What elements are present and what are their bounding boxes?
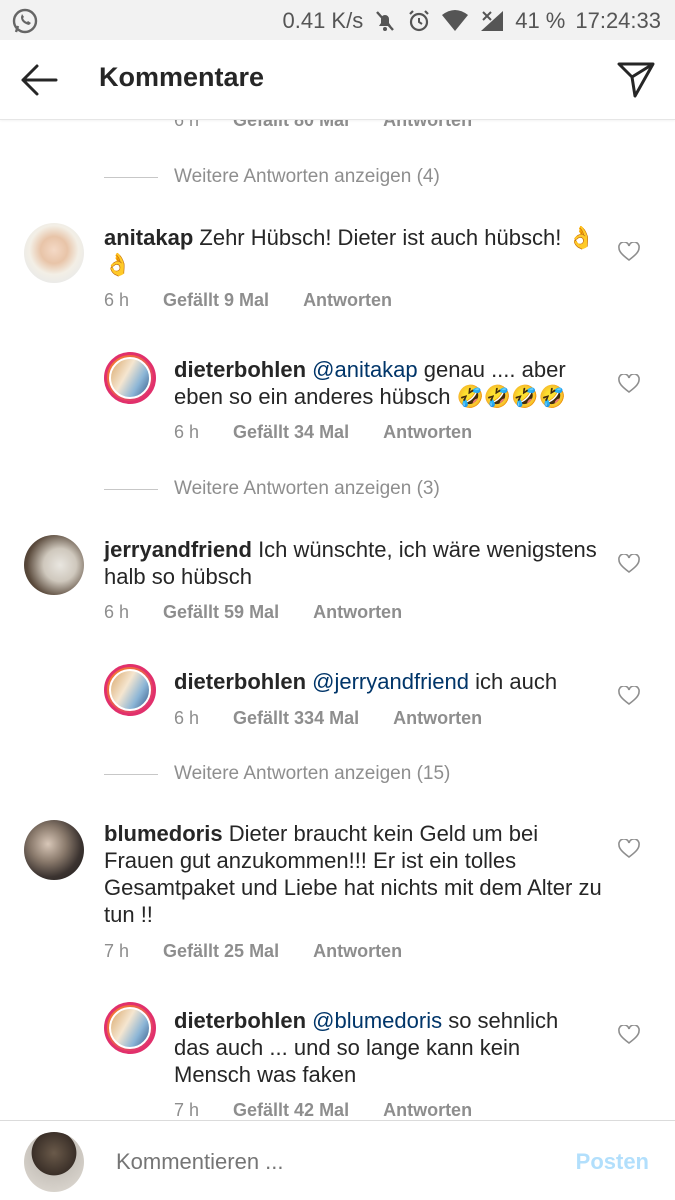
likes-count[interactable]: Gefällt 42 Mal bbox=[233, 1100, 349, 1120]
divider-line bbox=[104, 176, 158, 178]
comment-meta: 7 h Gefällt 25 Mal Antworten bbox=[104, 941, 402, 962]
avatar[interactable] bbox=[24, 820, 84, 880]
reply-link[interactable]: Antworten bbox=[303, 290, 392, 311]
like-heart-icon[interactable] bbox=[618, 242, 640, 262]
reply-meta: 6 h Gefällt 34 Mal Antworten bbox=[174, 422, 472, 443]
comment-time: 6 h bbox=[104, 290, 130, 310]
comment-list[interactable]: 6 h Gefällt 80 Mal Antworten Weitere Ant… bbox=[0, 120, 675, 1120]
reply-link[interactable]: Antworten bbox=[383, 1100, 472, 1120]
post-button[interactable]: Posten bbox=[576, 1149, 649, 1175]
whatsapp-icon bbox=[12, 8, 38, 34]
app-header: Kommentare bbox=[0, 40, 675, 120]
comment-composer: Posten bbox=[0, 1120, 675, 1200]
comment-text: jerryandfriend Ich wünschte, ich wäre we… bbox=[104, 536, 604, 590]
divider-line bbox=[104, 773, 158, 775]
view-more-replies-label[interactable]: Weitere Antworten anzeigen (3) bbox=[174, 478, 440, 500]
reply-username[interactable]: dieterbohlen bbox=[174, 669, 306, 694]
wifi-icon bbox=[442, 10, 469, 31]
avatar[interactable] bbox=[24, 535, 84, 595]
mention-link[interactable]: @blumedoris bbox=[312, 1008, 442, 1033]
reply-time: 6 h bbox=[174, 120, 200, 130]
mention-link[interactable]: @anitakap bbox=[312, 357, 418, 382]
comment-username[interactable]: jerryandfriend bbox=[104, 537, 252, 562]
signal-icon bbox=[481, 11, 504, 31]
avatar[interactable] bbox=[104, 352, 156, 404]
status-bar: 0.41 K/s 41 % 17:24:33 bbox=[0, 0, 675, 40]
network-speed: 0.41 K/s bbox=[282, 8, 364, 33]
reply-meta: 6 h Gefällt 334 Mal Antworten bbox=[174, 708, 482, 729]
likes-count[interactable]: Gefällt 9 Mal bbox=[163, 290, 269, 311]
reply-username[interactable]: dieterbohlen bbox=[174, 1008, 306, 1033]
view-more-replies[interactable]: Weitere Antworten anzeigen (15) bbox=[104, 763, 450, 785]
reply-time: 6 h bbox=[174, 422, 200, 442]
comment-username[interactable]: anitakap bbox=[104, 225, 193, 250]
mute-bell-icon bbox=[376, 11, 395, 31]
reply-time: 7 h bbox=[174, 1100, 200, 1120]
like-heart-icon[interactable] bbox=[618, 1025, 640, 1045]
avatar[interactable] bbox=[104, 664, 156, 716]
avatar[interactable] bbox=[24, 223, 84, 283]
comment-username[interactable]: blumedoris bbox=[104, 821, 223, 846]
reply-link[interactable]: Antworten bbox=[313, 602, 402, 623]
like-heart-icon[interactable] bbox=[618, 686, 640, 706]
comment-text: anitakap Zehr Hübsch! Dieter ist auch hü… bbox=[104, 224, 604, 278]
reply-username[interactable]: dieterbohlen bbox=[174, 357, 306, 382]
reply-body: ich auch bbox=[475, 669, 558, 694]
alarm-icon bbox=[409, 10, 429, 32]
reply-meta: 6 h Gefällt 80 Mal Antworten bbox=[174, 120, 472, 131]
like-heart-icon[interactable] bbox=[618, 554, 640, 574]
reply-link[interactable]: Antworten bbox=[313, 941, 402, 962]
reply-link[interactable]: Antworten bbox=[393, 708, 482, 729]
reply-text: dieterbohlen @jerryandfriend ich auch bbox=[174, 668, 594, 695]
mention-link[interactable]: @jerryandfriend bbox=[312, 669, 469, 694]
likes-count[interactable]: Gefällt 59 Mal bbox=[163, 602, 279, 623]
likes-count[interactable]: Gefällt 334 Mal bbox=[233, 708, 359, 729]
view-more-replies-label[interactable]: Weitere Antworten anzeigen (15) bbox=[174, 763, 450, 785]
battery-level: 41 % bbox=[515, 8, 566, 33]
comment-time: 7 h bbox=[104, 941, 130, 961]
like-heart-icon[interactable] bbox=[618, 839, 640, 859]
comment-meta: 6 h Gefällt 59 Mal Antworten bbox=[104, 602, 402, 623]
reply-text: dieterbohlen @blumedoris so sehnlich das… bbox=[174, 1007, 594, 1088]
likes-count[interactable]: Gefällt 25 Mal bbox=[163, 941, 279, 962]
view-more-replies[interactable]: Weitere Antworten anzeigen (3) bbox=[104, 478, 440, 500]
likes-count[interactable]: Gefällt 34 Mal bbox=[233, 422, 349, 443]
view-more-replies[interactable]: Weitere Antworten anzeigen (4) bbox=[104, 166, 440, 188]
reply-meta: 7 h Gefällt 42 Mal Antworten bbox=[174, 1100, 472, 1120]
clock: 17:24:33 bbox=[575, 8, 661, 33]
reply-time: 6 h bbox=[174, 708, 200, 728]
send-direct-icon[interactable] bbox=[615, 58, 657, 100]
view-more-replies-label[interactable]: Weitere Antworten anzeigen (4) bbox=[174, 166, 440, 188]
reply-text: dieterbohlen @anitakap genau .... aber e… bbox=[174, 356, 594, 410]
divider-line bbox=[104, 488, 158, 490]
back-arrow-icon[interactable] bbox=[18, 60, 60, 100]
likes-count[interactable]: Gefällt 80 Mal bbox=[233, 120, 349, 131]
comment-time: 6 h bbox=[104, 602, 130, 622]
comment-text: blumedoris Dieter braucht kein Geld um b… bbox=[104, 820, 604, 928]
comment-meta: 6 h Gefällt 9 Mal Antworten bbox=[104, 290, 392, 311]
comment-input[interactable] bbox=[116, 1149, 516, 1175]
avatar[interactable] bbox=[104, 1002, 156, 1054]
reply-link[interactable]: Antworten bbox=[383, 422, 472, 443]
page-title: Kommentare bbox=[99, 62, 265, 92]
avatar bbox=[24, 1132, 84, 1192]
reply-link[interactable]: Antworten bbox=[383, 120, 472, 131]
like-heart-icon[interactable] bbox=[618, 374, 640, 394]
